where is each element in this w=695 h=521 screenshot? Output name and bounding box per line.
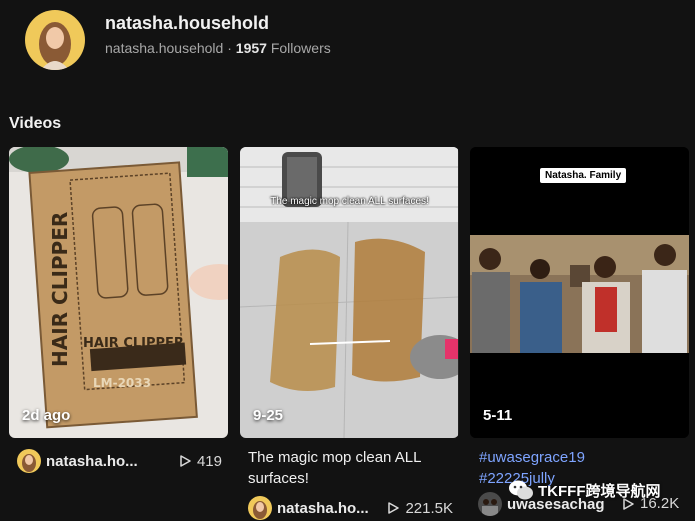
followers-count: 1957 [235,40,267,56]
view-count-value: 221.5K [405,499,453,517]
family-photo-image [470,147,689,438]
profile-name[interactable]: natasha.household [105,12,331,34]
mop-floor-image [240,147,458,438]
video-caption-line: The magic mop clean ALL [248,449,422,466]
author-avatar[interactable] [478,492,502,516]
video-caption-line: surfaces! [248,470,309,487]
watermark: TKFFF跨境导航网 [508,479,660,501]
video-thumbnail[interactable]: HAIR CLIPPER HAIR CLIPPER LM-2033 2d ago [9,147,228,438]
video-overlay-label: Natasha. Family [540,168,627,183]
box-front-text: HAIR CLIPPER [83,336,184,351]
video-card[interactable]: HAIR CLIPPER HAIR CLIPPER LM-2033 2d ago… [9,147,228,474]
author-avatar[interactable] [17,449,41,473]
author-avatar[interactable] [248,496,272,520]
author-name[interactable]: natasha.ho... [46,453,138,470]
video-date: 9-25 [253,407,284,424]
play-icon [180,455,191,467]
video-card[interactable]: Natasha. Family 5-11 #uwasegrace19 #2222… [470,147,689,517]
video-caption[interactable]: The magic mop clean ALL surfaces! [240,447,459,489]
view-count-value: 419 [196,452,222,470]
box-side-text: HAIR CLIPPER [48,212,72,367]
hair-clipper-box-image: HAIR CLIPPER HAIR CLIPPER LM-2033 [9,147,228,438]
video-date: 5-11 [483,407,513,424]
view-count: 221.5K [387,500,459,517]
video-thumbnail[interactable]: The magic mop clean ALL surfaces! 9-25 [240,147,459,438]
wechat-icon [509,480,533,500]
play-icon [388,502,400,514]
separator-dot: · [227,40,232,56]
profile-header: natasha.household natasha.household · 19… [25,10,331,70]
followers-label: Followers [270,40,331,56]
profile-avatar[interactable] [25,10,85,70]
profile-handle: natasha.household [105,40,224,56]
box-model-text: LM-2033 [93,376,151,390]
view-count: 419 [179,453,228,470]
video-meta: natasha.ho... 419 [9,448,228,474]
watermark-text: TKFFF跨境导航网 [538,482,661,500]
author-name[interactable]: natasha.ho... [277,500,369,517]
profile-subline: natasha.household · 1957 Followers [105,39,331,57]
video-thumbnail[interactable]: Natasha. Family 5-11 [470,147,689,438]
video-date: 2d ago [22,407,71,424]
video-overlay-text: The magic mop clean ALL surfaces! [270,196,429,207]
video-meta: natasha.ho... 221.5K [240,495,459,521]
videos-section-title: Videos [9,115,62,132]
video-card[interactable]: The magic mop clean ALL surfaces! 9-25 T… [240,147,459,521]
hashtag-link[interactable]: #uwasegrace19 [479,447,689,468]
